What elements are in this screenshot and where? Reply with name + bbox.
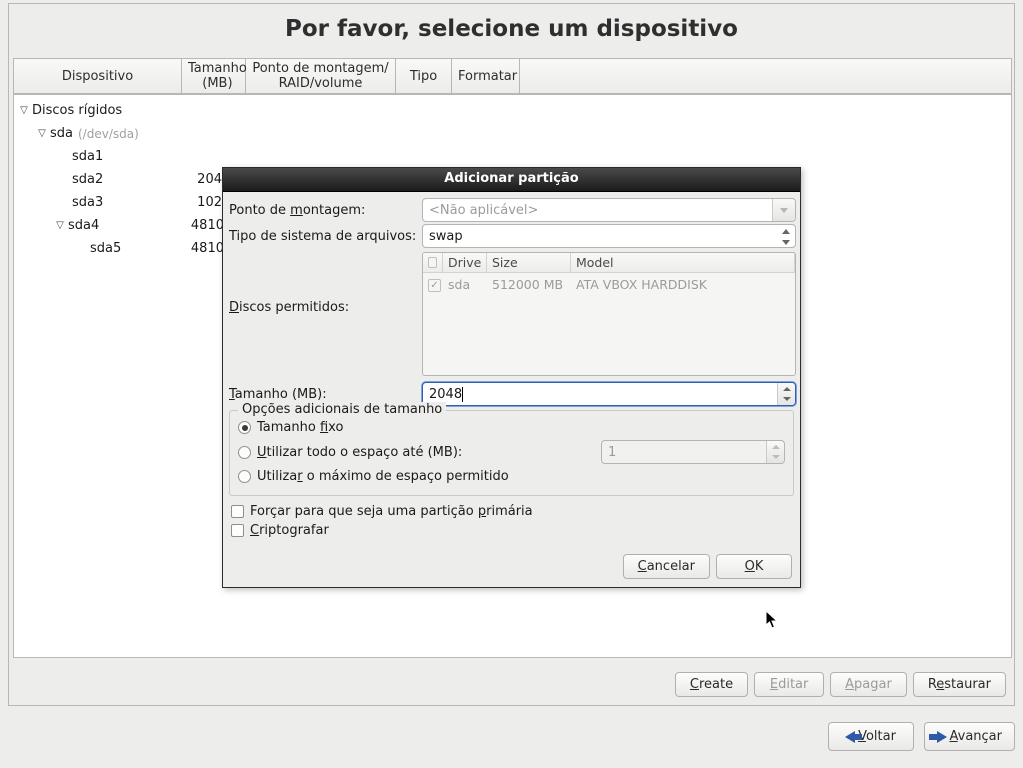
table-header-row: Dispositivo Tamanho (MB) Ponto de montag… <box>13 58 1012 94</box>
radio-fixed[interactable] <box>238 421 251 434</box>
create-button-text: Create <box>690 677 733 692</box>
filesystem-row: Tipo de sistema de arquivos: swap <box>227 224 796 248</box>
upto-input: 1 <box>601 440 785 464</box>
size-value: 2048 <box>429 387 462 402</box>
size-options-group: Opções adicionais de tamanho Tamanho fix… <box>229 410 794 496</box>
next-button-text: Avançar <box>950 729 1003 744</box>
dialog-title: Adicionar partição <box>223 168 800 192</box>
tree-sda2-label: sda2 <box>72 172 182 187</box>
upto-value: 1 <box>608 445 616 460</box>
size-options-legend: Opções adicionais de tamanho <box>238 402 446 417</box>
col-size[interactable]: Tamanho (MB) <box>182 59 246 93</box>
chevron-down-icon[interactable]: ▽ <box>18 105 30 116</box>
edit-button: Editar <box>754 672 824 697</box>
force-primary-row[interactable]: Forçar para que seja uma partição primár… <box>231 504 792 519</box>
dialog-button-row: Cancelar OK <box>223 546 800 587</box>
filesystem-value: swap <box>429 229 463 244</box>
tree-sda3-label: sda3 <box>72 195 182 210</box>
back-button[interactable]: Voltar <box>828 722 914 751</box>
chevron-down-icon <box>780 208 788 213</box>
drives-col-model[interactable]: Model <box>571 253 795 272</box>
filesystem-label: Tipo de sistema de arquivos: <box>227 229 422 244</box>
size-input[interactable]: 2048 <box>422 382 796 406</box>
arrow-left-icon <box>845 731 855 743</box>
page-title: Por favor, selecione um dispositivo <box>9 4 1014 54</box>
drives-col-size[interactable]: Size <box>487 253 571 272</box>
tree-sda1-label: sda1 <box>72 149 182 164</box>
opt-max-size[interactable]: Utilizar o máximo de espaço permitido <box>238 469 785 484</box>
ok-button[interactable]: OK <box>716 554 792 579</box>
encrypt-checkbox[interactable] <box>231 524 244 537</box>
drive-size: 512000 MB <box>487 277 571 292</box>
drives-header: Drive Size Model <box>423 253 795 273</box>
main-button-row: Create Editar Apagar Restaurar <box>9 672 1014 697</box>
tree-sda3-size: 102 <box>182 195 222 210</box>
size-label: Tamanho (MB): <box>227 387 422 402</box>
mount-point-label: Ponto de montagem: <box>227 203 422 218</box>
tree-sda2-size: 204 <box>182 172 222 187</box>
tree-sda-label: sda <box>50 126 73 141</box>
delete-button-text: Apagar <box>845 677 892 692</box>
allowed-disks-label: Discos permitidos: <box>227 252 422 315</box>
tree-sda1[interactable]: sda1 <box>14 145 1011 168</box>
drive-model: ATA VBOX HARDDISK <box>571 277 795 292</box>
tree-root[interactable]: ▽ Discos rígidos <box>14 99 1011 122</box>
allowed-disks-row: Discos permitidos: Drive Size Model ✓ sd… <box>227 252 796 376</box>
chevron-down-icon[interactable]: ▽ <box>54 220 66 231</box>
back-button-text: Voltar <box>858 729 896 744</box>
col-device[interactable]: Dispositivo <box>14 59 182 93</box>
mount-point-value: <Não aplicável> <box>429 203 538 218</box>
cancel-button[interactable]: Cancelar <box>623 554 710 579</box>
restore-button[interactable]: Restaurar <box>913 672 1006 697</box>
drives-col-drive[interactable]: Drive <box>443 253 487 272</box>
arrow-right-icon <box>937 731 947 743</box>
edit-button-text: Editar <box>770 677 809 692</box>
restore-button-text: Restaurar <box>928 677 991 692</box>
next-button[interactable]: Avançar <box>924 722 1016 751</box>
col-mount[interactable]: Ponto de montagem/ RAID/volume <box>246 59 396 93</box>
drive-row-sda[interactable]: ✓ sda 512000 MB ATA VBOX HARDDISK <box>423 273 795 295</box>
delete-button: Apagar <box>830 672 907 697</box>
force-primary-label: Forçar para que seja uma partição primár… <box>250 504 533 519</box>
mount-point-row: Ponto de montagem: <Não aplicável> <box>227 198 796 222</box>
updown-icon <box>781 229 791 245</box>
filesystem-combo[interactable]: swap <box>422 224 796 248</box>
opt-upto-label: Utilizar todo o espaço até (MB): <box>257 445 595 460</box>
col-format[interactable]: Formatar <box>452 59 520 93</box>
tree-sda5-label: sda5 <box>90 241 178 256</box>
drive-checkbox: ✓ <box>428 279 441 292</box>
mount-point-combo: <Não aplicável> <box>422 198 796 222</box>
tree-root-label: Discos rígidos <box>32 103 122 118</box>
radio-max[interactable] <box>238 470 251 483</box>
force-primary-checkbox[interactable] <box>231 505 244 518</box>
radio-upto[interactable] <box>238 446 251 459</box>
checkbox-header[interactable] <box>428 257 437 268</box>
opt-fill-upto[interactable]: Utilizar todo o espaço até (MB): 1 <box>238 440 785 464</box>
encrypt-label: Criptografar <box>250 523 329 538</box>
create-button[interactable]: Create <box>675 672 748 697</box>
chevron-down-icon[interactable]: ▽ <box>36 128 48 139</box>
encrypt-row[interactable]: Criptografar <box>231 523 792 538</box>
opt-fixed-size[interactable]: Tamanho fixo <box>238 420 785 435</box>
tree-sda5-size: 4810 <box>178 241 224 256</box>
tree-sda4-label: sda4 <box>68 218 178 233</box>
opt-fixed-label: Tamanho fixo <box>257 420 343 435</box>
tree-sda-path: (/dev/sda) <box>78 127 139 141</box>
drive-name: sda <box>443 277 487 292</box>
upto-spinner <box>766 441 784 463</box>
tree-sda[interactable]: ▽ sda (/dev/sda) <box>14 122 1011 145</box>
opt-max-label: Utilizar o máximo de espaço permitido <box>257 469 509 484</box>
tree-sda4-size: 4810 <box>178 218 224 233</box>
col-type[interactable]: Tipo <box>396 59 452 93</box>
add-partition-dialog: Adicionar partição Ponto de montagem: <N… <box>222 167 801 588</box>
allowed-disks-table[interactable]: Drive Size Model ✓ sda 512000 MB ATA VBO… <box>422 252 796 376</box>
size-spinner[interactable] <box>777 383 795 405</box>
nav-button-row: Voltar Avançar <box>8 722 1015 751</box>
